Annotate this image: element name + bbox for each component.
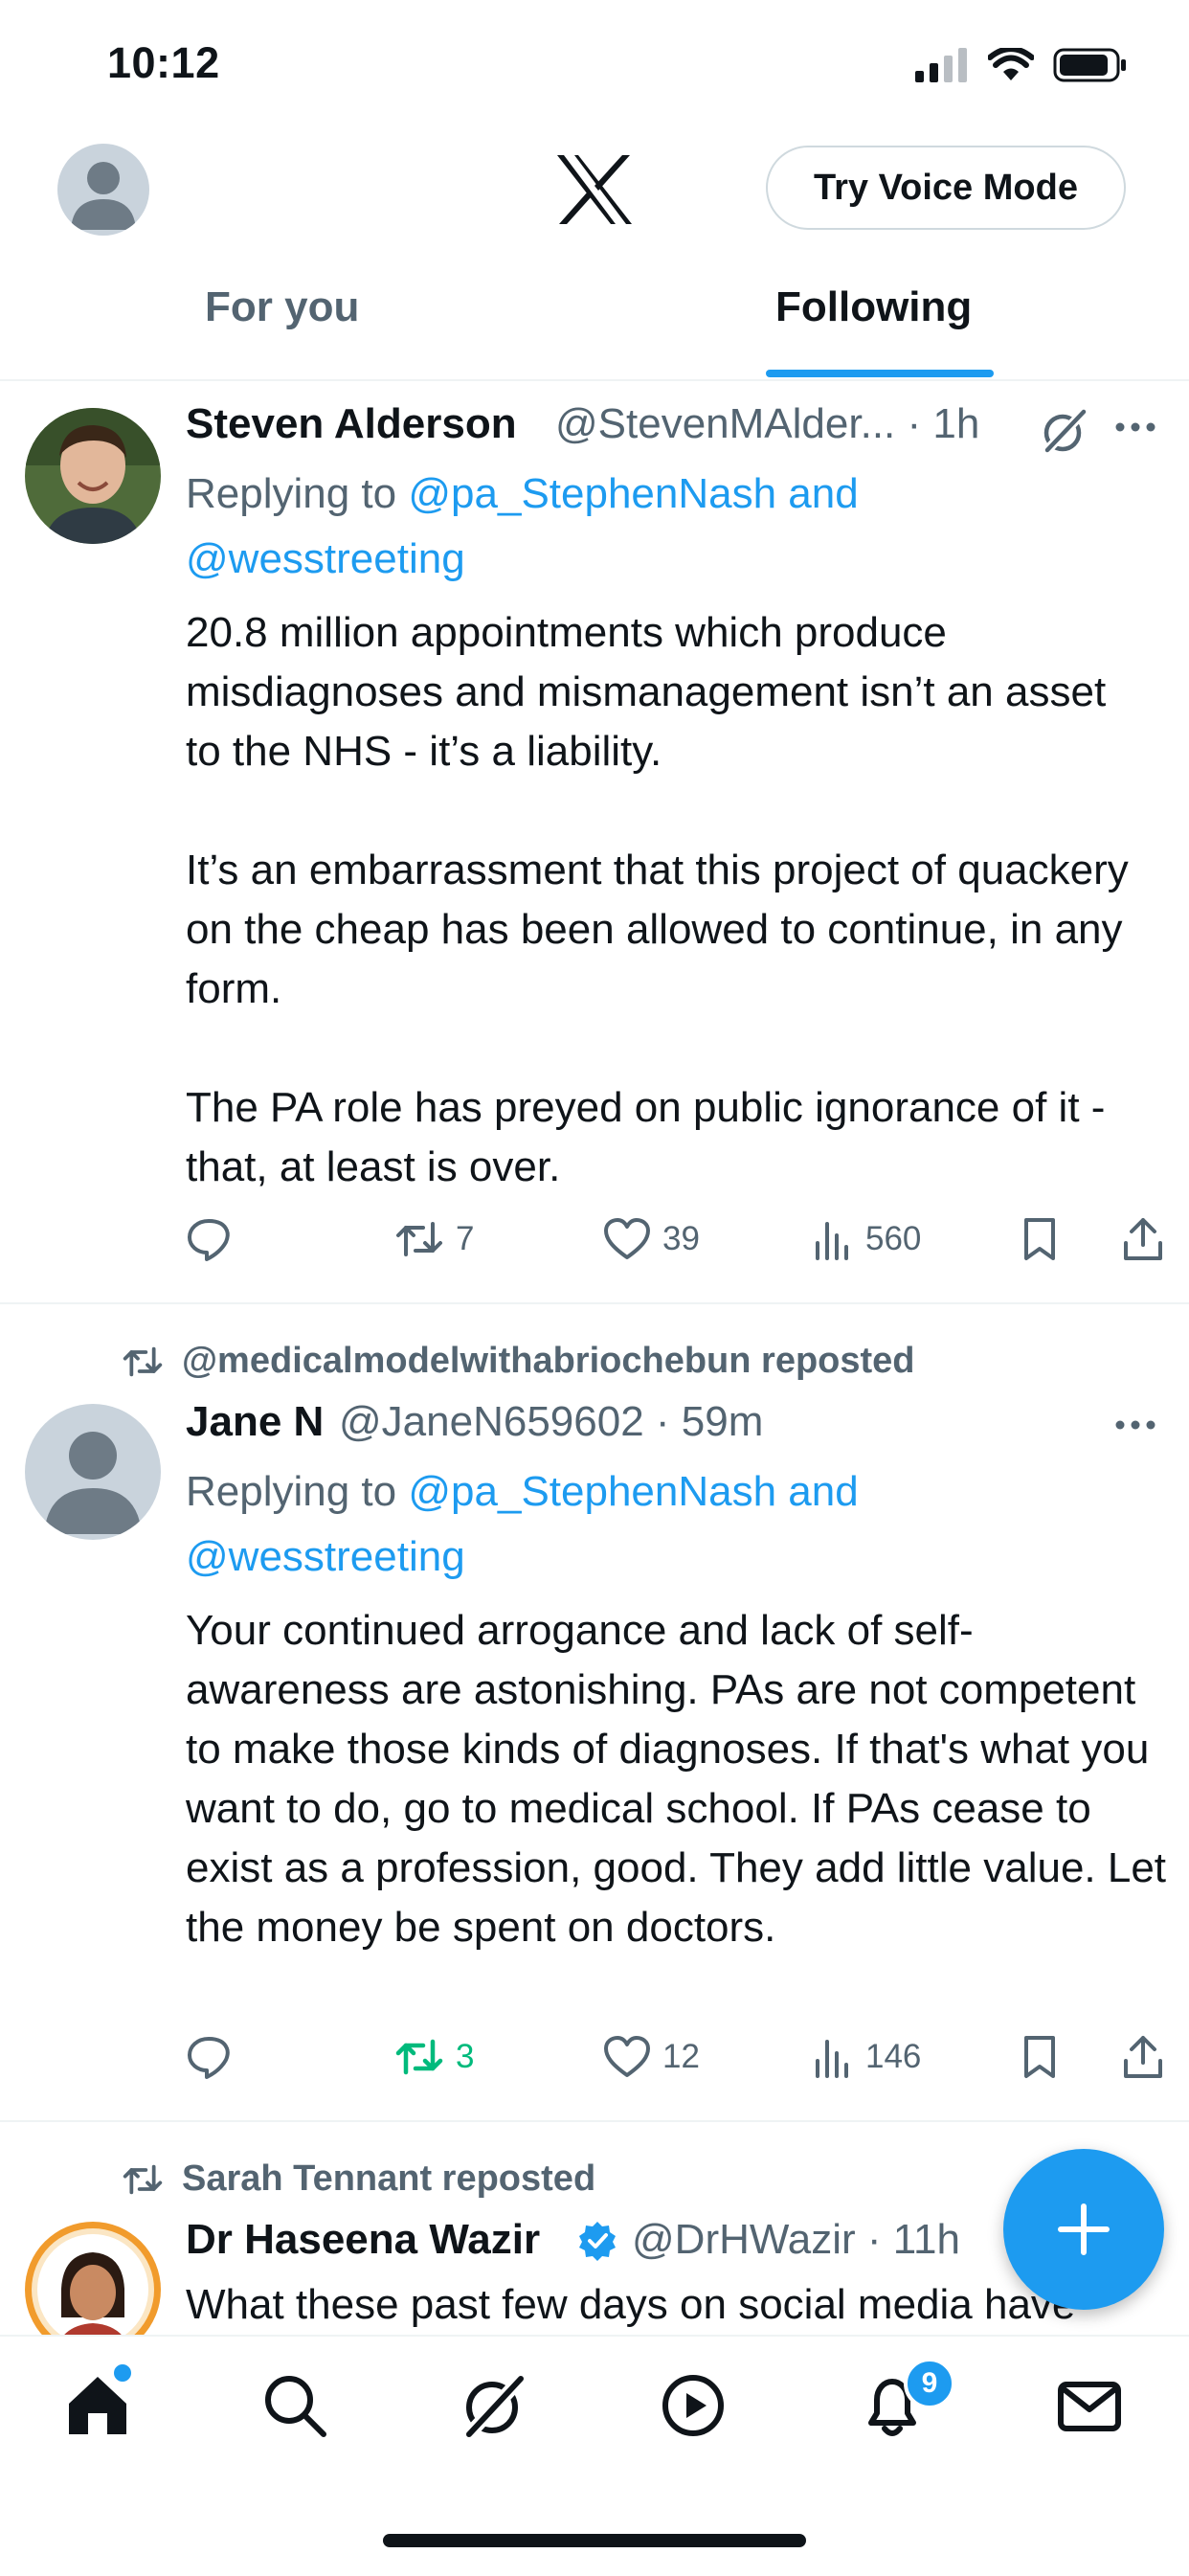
bookmark-button[interactable] bbox=[1021, 1216, 1122, 1262]
post-paragraph: 20.8 million appointments which produce … bbox=[186, 609, 1107, 775]
repost-icon bbox=[395, 2039, 443, 2075]
notifications-badge: 9 bbox=[904, 2358, 955, 2409]
views-icon bbox=[816, 1222, 848, 1260]
repost-context[interactable]: Sarah Tennant reposted bbox=[121, 2158, 595, 2200]
default-avatar-icon bbox=[44, 1432, 142, 1534]
home-indicator bbox=[383, 2534, 806, 2547]
wifi-icon bbox=[988, 48, 1034, 80]
like-button[interactable]: 12 bbox=[603, 2035, 812, 2079]
profile-avatar[interactable] bbox=[57, 144, 149, 236]
share-icon bbox=[1124, 2036, 1162, 2078]
repost-icon bbox=[123, 2164, 163, 2194]
home-unread-dot bbox=[111, 2361, 134, 2384]
status-time: 10:12 bbox=[107, 38, 220, 87]
reply-icon bbox=[188, 1219, 230, 1261]
views-icon bbox=[816, 2040, 848, 2078]
repost-icon bbox=[123, 1346, 163, 1376]
post-divider bbox=[0, 2120, 1189, 2122]
repost-icon bbox=[396, 1222, 442, 1256]
battery-icon bbox=[1053, 48, 1126, 82]
repost-context[interactable]: @medicalmodelwithabriochebun reposted bbox=[121, 1341, 915, 1382]
reply-button[interactable] bbox=[186, 1216, 394, 1262]
verified-badge-icon bbox=[579, 2222, 616, 2261]
author-handle[interactable]: @StevenMAlder... · 1h bbox=[555, 400, 979, 448]
share-button[interactable] bbox=[1122, 1216, 1164, 1262]
default-avatar-icon bbox=[71, 162, 136, 230]
heart-icon bbox=[604, 2036, 650, 2077]
replying-prefix: Replying to bbox=[186, 1468, 409, 1515]
post-actions: 7 39 560 bbox=[186, 1209, 1189, 1270]
messages-icon[interactable] bbox=[1055, 2371, 1124, 2440]
user-photo-icon bbox=[25, 408, 161, 544]
tab-for-you[interactable]: For you bbox=[205, 283, 359, 331]
post-text: 20.8 million appointments which produce … bbox=[186, 603, 1189, 1197]
view-count: 146 bbox=[865, 2038, 922, 2075]
views-button[interactable]: 146 bbox=[812, 2036, 1021, 2078]
post-paragraph: It’s an embarrassment that this project … bbox=[186, 847, 1129, 1012]
x-logo-icon[interactable] bbox=[555, 153, 634, 226]
video-play-icon[interactable] bbox=[659, 2371, 728, 2440]
author-handle[interactable]: @DrHWazir · 11h bbox=[632, 2216, 960, 2264]
status-icons bbox=[915, 42, 1128, 88]
handle-text: @StevenMAlder... bbox=[555, 400, 896, 447]
signal-icon bbox=[915, 48, 967, 82]
active-tab-indicator bbox=[766, 370, 994, 377]
post-time: · 11h bbox=[866, 2216, 960, 2263]
try-voice-mode-button[interactable]: Try Voice Mode bbox=[766, 146, 1126, 230]
handle-text: @DrHWazir bbox=[632, 2216, 856, 2263]
like-count: 12 bbox=[662, 2038, 700, 2075]
like-count: 39 bbox=[662, 1220, 700, 1257]
share-icon bbox=[1124, 1218, 1162, 1260]
tab-following[interactable]: Following bbox=[775, 283, 972, 331]
views-button[interactable]: 560 bbox=[812, 1218, 1021, 1260]
grok-icon[interactable] bbox=[460, 2371, 528, 2440]
search-icon[interactable] bbox=[260, 2371, 329, 2440]
header-divider bbox=[0, 379, 1189, 381]
repost-count: 7 bbox=[456, 1220, 475, 1257]
reposted-by: Sarah Tennant reposted bbox=[182, 2158, 596, 2199]
post-avatar[interactable] bbox=[25, 408, 161, 544]
replying-to: Replying to @pa_StephenNash and @wesstre… bbox=[186, 462, 971, 592]
reply-icon bbox=[188, 2037, 230, 2079]
repost-button[interactable]: 3 bbox=[394, 2034, 603, 2080]
author-name[interactable]: Jane N bbox=[186, 1398, 324, 1446]
bookmark-icon bbox=[1024, 1218, 1055, 1260]
bookmark-button[interactable] bbox=[1021, 2034, 1122, 2080]
reply-button[interactable] bbox=[186, 2034, 394, 2080]
post-time: · 59m bbox=[655, 1398, 764, 1445]
reposted-by: @medicalmodelwithabriochebun reposted bbox=[182, 1341, 915, 1381]
grok-icon[interactable] bbox=[1040, 406, 1089, 456]
more-options-icon[interactable] bbox=[1114, 418, 1156, 437]
post-paragraph: The PA role has preyed on public ignoran… bbox=[186, 1084, 1106, 1190]
author-handle[interactable]: @JaneN659602 · 59m bbox=[339, 1398, 763, 1446]
handle-text: @JaneN659602 bbox=[339, 1398, 644, 1445]
heart-icon bbox=[604, 1218, 650, 1259]
post-time: · 1h bbox=[907, 400, 980, 447]
replying-to: Replying to @pa_StephenNash and @wesstre… bbox=[186, 1459, 971, 1590]
replying-prefix: Replying to bbox=[186, 470, 409, 517]
author-name[interactable]: Dr Haseena Wazir bbox=[186, 2216, 540, 2264]
post-divider bbox=[0, 1302, 1189, 1304]
compose-post-button[interactable] bbox=[1003, 2149, 1164, 2310]
like-button[interactable]: 39 bbox=[603, 1217, 812, 1261]
post-text: Your continued arrogance and lack of sel… bbox=[186, 1607, 1167, 1951]
plus-icon bbox=[1058, 2203, 1110, 2255]
bookmark-icon bbox=[1024, 2036, 1055, 2078]
share-button[interactable] bbox=[1122, 2034, 1164, 2080]
more-options-icon[interactable] bbox=[1114, 1415, 1156, 1435]
view-count: 560 bbox=[865, 1220, 922, 1257]
repost-count: 3 bbox=[456, 2038, 475, 2075]
repost-button[interactable]: 7 bbox=[394, 1216, 603, 1262]
post-avatar[interactable] bbox=[25, 1404, 161, 1540]
post-actions: 3 12 146 bbox=[186, 2026, 1189, 2088]
author-name[interactable]: Steven Alderson bbox=[186, 400, 517, 448]
